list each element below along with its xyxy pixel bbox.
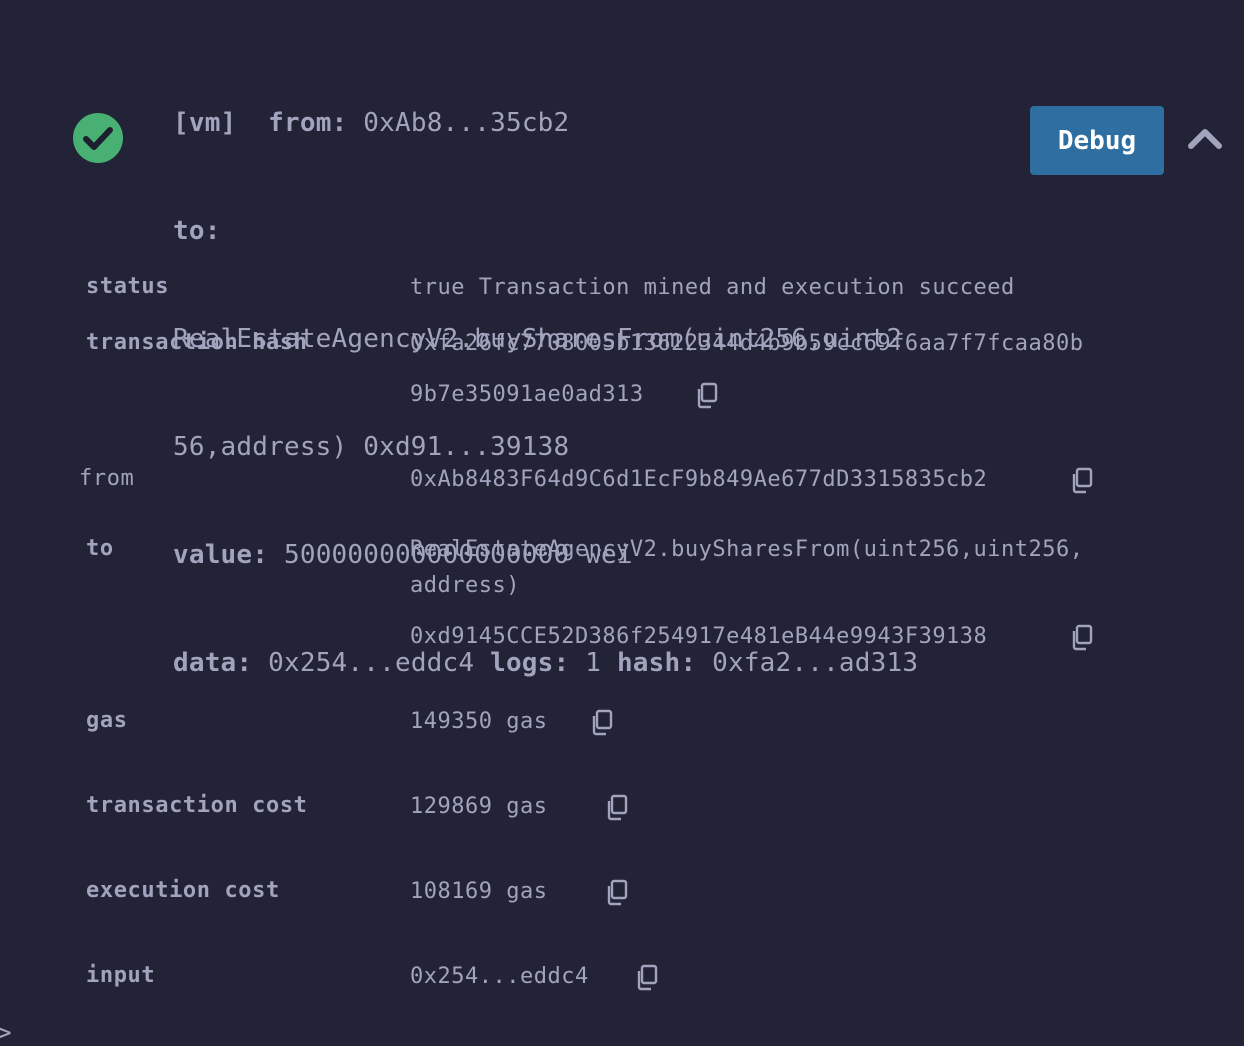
to-label: to xyxy=(86,536,114,561)
vm-tag: [vm] xyxy=(173,108,237,138)
copy-icon[interactable] xyxy=(634,963,660,991)
summary-from-label: from: xyxy=(268,108,348,138)
summary-to-label: to: xyxy=(173,216,221,246)
input-label: input xyxy=(86,963,156,988)
copy-icon[interactable] xyxy=(1069,623,1095,651)
summary-line-from: [vm] from: 0xAb8...35cb2 xyxy=(173,105,1013,141)
summary-to-value-line2: 56,address) 0xd91...39138 xyxy=(173,432,570,462)
copy-icon[interactable] xyxy=(589,708,615,736)
copy-icon[interactable] xyxy=(604,793,630,821)
debug-button[interactable]: Debug xyxy=(1030,106,1164,175)
chevron-up-icon[interactable] xyxy=(1185,120,1225,160)
gas-label: gas xyxy=(86,708,128,733)
execution-cost-value: 108169 gas xyxy=(410,879,548,904)
summary-data-label: data: xyxy=(173,648,253,678)
execution-cost-label: execution cost xyxy=(86,878,280,903)
console-prompt: > xyxy=(0,1018,12,1046)
gas-value: 149350 gas xyxy=(410,709,548,734)
from-value: 0xAb8483F64d9C6d1EcF9b849Ae677dD3315835c… xyxy=(410,467,988,492)
copy-icon[interactable] xyxy=(694,381,720,409)
summary-to-label-line: to: xyxy=(173,213,1013,249)
to-value-line1: RealEstateAgencyV2.buySharesFrom(uint256… xyxy=(410,537,1084,562)
transaction-cost-label: transaction cost xyxy=(86,793,308,818)
status-label: status xyxy=(86,274,170,299)
transaction-summary: [vm] from: 0xAb8...35cb2 to: RealEstateA… xyxy=(173,33,1013,717)
input-value: 0x254...eddc4 xyxy=(410,964,589,989)
transaction-hash-value-line1: 0xfa26fc7708005b13622344d4b9b59cc69f6aa7… xyxy=(410,331,1084,356)
to-address-value: 0xd9145CCE52D386f254917e481eB44e9943F391… xyxy=(410,624,988,649)
from-label: from xyxy=(79,466,135,491)
transaction-hash-value-line2: 9b7e35091ae0ad313 xyxy=(410,382,644,407)
status-value: true Transaction mined and execution suc… xyxy=(410,275,1015,300)
copy-icon[interactable] xyxy=(1069,466,1095,494)
transaction-hash-label: transaction hash xyxy=(86,330,308,355)
summary-value-label: value: xyxy=(173,540,269,570)
to-value-line2: address) xyxy=(410,573,520,598)
summary-from-value: 0xAb8...35cb2 xyxy=(363,108,570,138)
check-circle-icon xyxy=(73,113,123,163)
copy-icon[interactable] xyxy=(604,878,630,906)
transaction-cost-value: 129869 gas xyxy=(410,794,548,819)
